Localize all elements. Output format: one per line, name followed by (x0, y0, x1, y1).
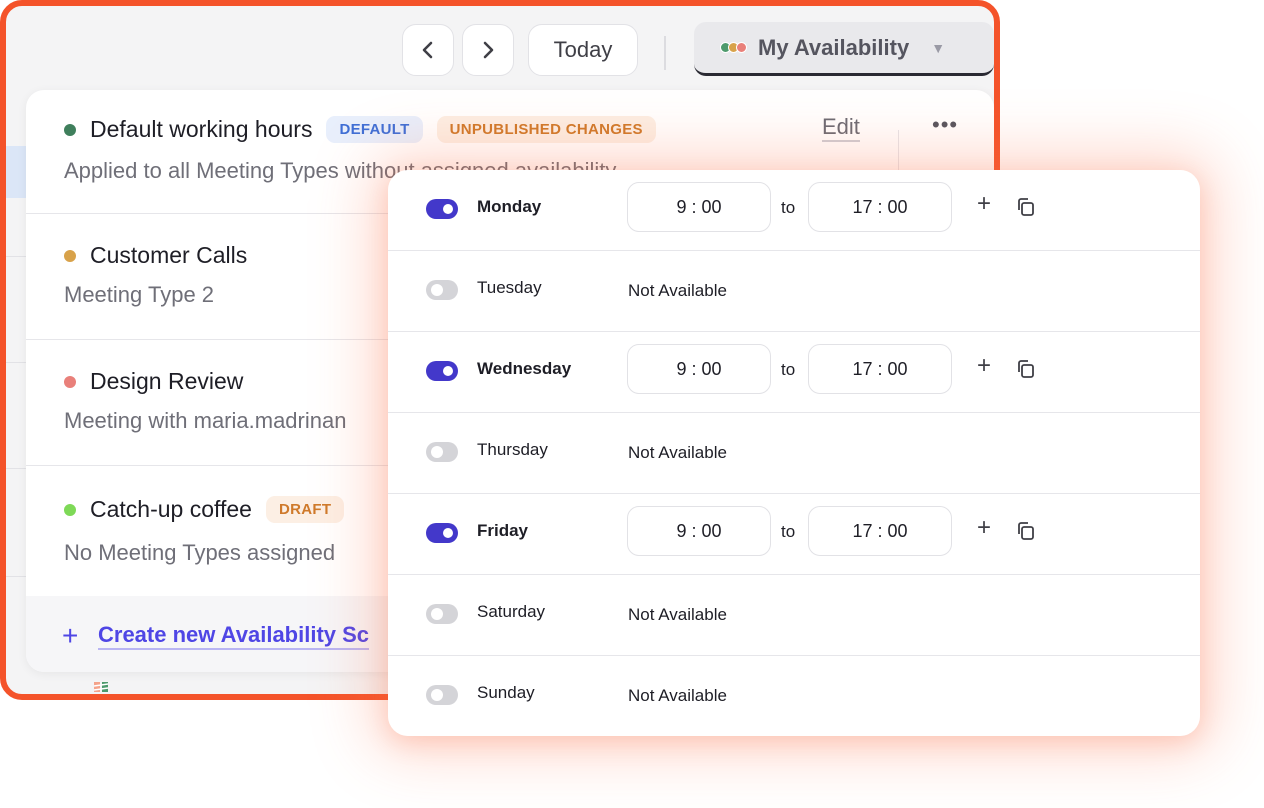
calendar-toolbar: Today My Availability ▼ (6, 6, 994, 94)
day-row-thursday: Thursday Not Available (388, 413, 1200, 494)
draft-badge: DRAFT (265, 496, 345, 523)
caret-down-icon: ▼ (931, 39, 946, 56)
item-subtitle: Meeting Type 2 (64, 282, 215, 307)
edit-button[interactable]: Edit (822, 114, 860, 142)
item-title-row: Customer Calls (64, 242, 247, 269)
copy-icon[interactable] (1016, 521, 1036, 541)
availability-dropdown[interactable]: My Availability ▼ (694, 22, 994, 76)
today-button[interactable]: Today (528, 24, 638, 76)
day-row-tuesday: Tuesday Not Available (388, 251, 1200, 332)
toolbar-divider (664, 36, 666, 70)
side-highlight (6, 146, 26, 198)
more-options-icon[interactable]: ••• (932, 112, 958, 138)
day-label: Friday (477, 521, 529, 540)
start-time-input[interactable]: 9 : 00 (627, 182, 771, 232)
end-time-input[interactable]: 17 : 00 (808, 506, 952, 556)
plus-icon: + (62, 620, 79, 651)
side-divider (6, 362, 26, 363)
side-divider (6, 576, 26, 577)
not-available-label: Not Available (628, 281, 727, 300)
day-label: Wednesday (477, 359, 572, 378)
weekly-hours-card: Monday 9 : 00 to 17 : 00 + Tuesday Not A… (388, 170, 1200, 736)
availability-dots-icon (720, 42, 747, 53)
to-label: to (781, 198, 796, 217)
day-toggle[interactable] (426, 361, 458, 381)
to-label: to (781, 360, 796, 379)
item-title: Default working hours (90, 116, 313, 142)
start-time-input[interactable]: 9 : 00 (627, 506, 771, 556)
day-toggle[interactable] (426, 685, 458, 705)
to-label: to (781, 522, 796, 541)
add-interval-icon[interactable]: + (977, 352, 991, 380)
item-title: Customer Calls (90, 242, 248, 268)
create-schedule-link[interactable]: Create new Availability Sc (98, 622, 370, 650)
status-dot (64, 503, 76, 516)
day-row-sunday: Sunday Not Available (388, 656, 1200, 736)
not-available-label: Not Available (628, 443, 727, 462)
availability-label: My Availability (758, 34, 910, 60)
previous-button[interactable] (402, 24, 454, 76)
unpublished-badge: UNPUBLISHED CHANGES (436, 116, 656, 143)
day-toggle[interactable] (426, 604, 458, 624)
day-toggle[interactable] (426, 199, 458, 219)
copy-icon[interactable] (1016, 197, 1036, 217)
day-row-wednesday: Wednesday 9 : 00 to 17 : 00 + (388, 332, 1200, 413)
status-dot (64, 375, 76, 388)
status-dot (64, 123, 76, 136)
next-button[interactable] (462, 24, 514, 76)
add-interval-icon[interactable]: + (977, 190, 991, 218)
item-title: Catch-up coffee (90, 496, 252, 522)
chevron-left-icon (422, 41, 433, 59)
day-row-monday: Monday 9 : 00 to 17 : 00 + (388, 170, 1200, 251)
item-title-row: Default working hours DEFAULT UNPUBLISHE… (64, 116, 656, 143)
add-interval-icon[interactable]: + (977, 514, 991, 542)
default-badge: DEFAULT (326, 116, 423, 143)
item-title-row: Catch-up coffee DRAFT (64, 496, 345, 523)
item-subtitle: Meeting with maria.madrinan (64, 408, 347, 433)
day-label: Saturday (477, 602, 546, 621)
day-row-friday: Friday 9 : 00 to 17 : 00 + (388, 494, 1200, 575)
day-toggle[interactable] (426, 523, 458, 543)
not-available-label: Not Available (628, 605, 727, 624)
striped-marker-icon (93, 682, 109, 692)
day-label: Tuesday (477, 278, 542, 297)
copy-icon[interactable] (1016, 359, 1036, 379)
item-subtitle: No Meeting Types assigned (64, 540, 336, 565)
item-title-row: Design Review (64, 368, 243, 395)
day-row-saturday: Saturday Not Available (388, 575, 1200, 656)
day-toggle[interactable] (426, 442, 458, 462)
side-divider (6, 468, 26, 469)
end-time-input[interactable]: 17 : 00 (808, 182, 952, 232)
not-available-label: Not Available (628, 686, 727, 705)
chevron-right-icon (483, 41, 494, 59)
day-label: Sunday (477, 683, 535, 702)
end-time-input[interactable]: 17 : 00 (808, 344, 952, 394)
status-dot (64, 249, 76, 262)
day-label: Thursday (477, 440, 548, 459)
side-divider (6, 256, 26, 257)
item-title: Design Review (90, 368, 244, 394)
start-time-input[interactable]: 9 : 00 (627, 344, 771, 394)
day-label: Monday (477, 197, 542, 216)
day-toggle[interactable] (426, 280, 458, 300)
